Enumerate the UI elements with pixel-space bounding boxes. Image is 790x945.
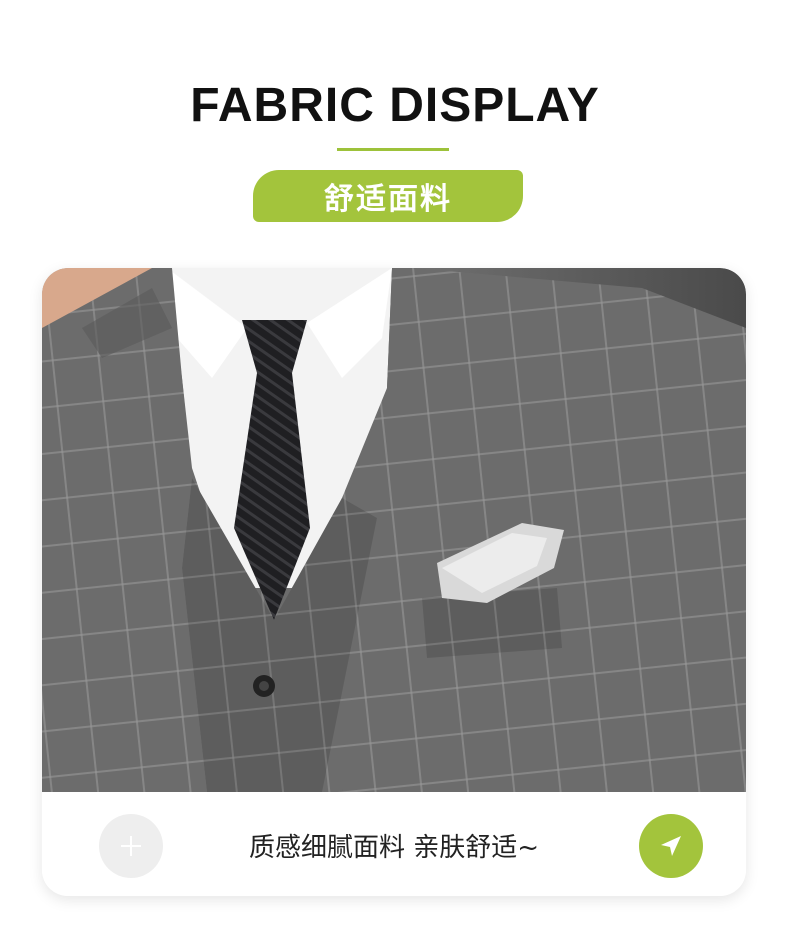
page-title: FABRIC DISPLAY [190, 79, 600, 132]
send-button[interactable] [639, 814, 703, 878]
fabric-card: 质感细腻面料 亲肤舒适~ [42, 268, 746, 896]
add-button[interactable] [99, 814, 163, 878]
title-underline [337, 148, 449, 151]
send-icon [661, 836, 681, 856]
card-caption: 质感细腻面料 亲肤舒适~ [248, 833, 540, 863]
section-badge: 舒适面料 [253, 170, 523, 222]
suit-fabric-photo [42, 268, 746, 792]
plus-icon [121, 836, 141, 856]
